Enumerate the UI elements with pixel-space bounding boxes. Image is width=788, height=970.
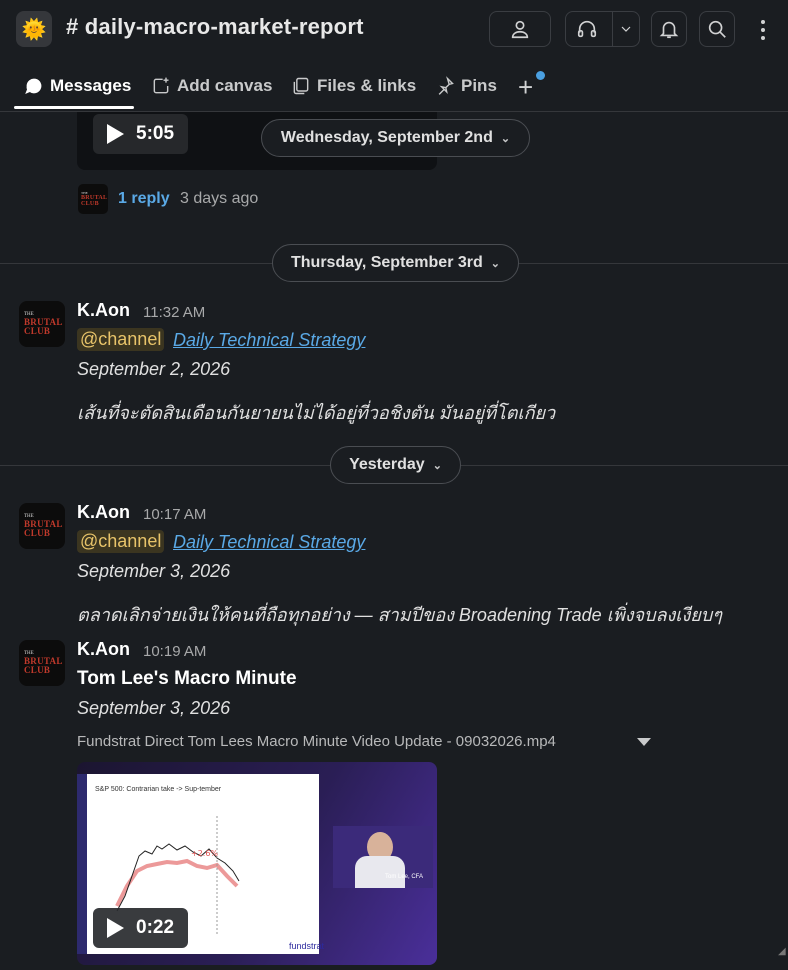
- message-date-line: September 3, 2026: [77, 698, 231, 718]
- message-author[interactable]: K.Aon: [77, 639, 130, 660]
- message-author[interactable]: K.Aon: [77, 300, 130, 321]
- video-duration: 0:22: [136, 917, 175, 938]
- tab-label: Files & links: [317, 76, 417, 95]
- date-divider-thursday[interactable]: Thursday, September 3rd ⌄: [272, 244, 519, 282]
- message-link[interactable]: Daily Technical Strategy: [173, 532, 365, 553]
- brand-label: fundstrat: [289, 941, 325, 951]
- chevron-down-icon[interactable]: [618, 21, 634, 37]
- canvas-plus-icon: [153, 77, 169, 94]
- notification-dot: [536, 71, 545, 80]
- avatar[interactable]: THE BRUTAL CLUB: [19, 503, 65, 549]
- date-label: Yesterday: [349, 456, 425, 473]
- tab-files-links[interactable]: Files & links: [291, 76, 416, 96]
- message-body: ตลาดเลิกจ่ายเงินให้คนที่ถือทุกอย่าง — สา…: [77, 605, 722, 625]
- files-icon: [293, 77, 309, 95]
- chevron-down-icon: ⌄: [500, 132, 511, 145]
- video-attachment[interactable]: S&P 500: Contrarian take -> Sup-tember +…: [77, 762, 437, 965]
- slide-title: S&P 500: Contrarian take -> Sup-tember: [95, 786, 222, 793]
- message-feed[interactable]: 5:05 Wednesday, September 2nd ⌄ THE BRUTA…: [0, 112, 788, 970]
- resize-grip-icon[interactable]: ◢: [778, 946, 786, 957]
- bell-icon: [659, 21, 679, 39]
- channel-mention[interactable]: @channel: [77, 530, 165, 553]
- tab-add-canvas[interactable]: Add canvas: [151, 76, 272, 96]
- chart-annotation: +2.6%: [191, 849, 218, 858]
- message-bubble-icon: [25, 78, 42, 95]
- date-divider-yesterday[interactable]: Yesterday ⌄: [330, 446, 461, 484]
- message-time[interactable]: 11:32 AM: [143, 304, 205, 321]
- presenter-name: Tom Lee, CFA: [385, 874, 424, 880]
- message-link[interactable]: Daily Technical Strategy: [173, 330, 365, 351]
- message-date-line: September 3, 2026: [77, 561, 231, 581]
- presenter-thumbnail: Tom Lee, CFA: [333, 826, 433, 888]
- date-label: Thursday, September 3rd: [291, 254, 483, 271]
- caret-down-icon[interactable]: [637, 738, 651, 746]
- notifications-button[interactable]: [651, 11, 687, 47]
- pin-icon: [438, 76, 454, 95]
- channel-title[interactable]: # daily-macro-market-report: [66, 14, 364, 40]
- search-icon: [708, 20, 726, 38]
- add-tab-icon[interactable]: +: [518, 74, 533, 100]
- channel-tabs: Messages Add canvas Files & links Pins +: [0, 60, 788, 112]
- huddle-button[interactable]: [565, 11, 640, 47]
- thread-reply-time: 3 days ago: [180, 190, 259, 207]
- message-time[interactable]: 10:17 AM: [143, 506, 206, 523]
- message-time[interactable]: 10:19 AM: [143, 643, 206, 660]
- channel-mention[interactable]: @channel: [77, 328, 165, 351]
- play-icon: [107, 124, 124, 144]
- workspace-icon[interactable]: 🌞: [16, 11, 52, 47]
- more-options-icon[interactable]: [756, 16, 770, 44]
- avatar[interactable]: THE BRUTAL CLUB: [78, 184, 108, 214]
- attachment-filename[interactable]: Fundstrat Direct Tom Lees Macro Minute V…: [77, 733, 556, 750]
- tab-label: Pins: [461, 76, 497, 95]
- sun-emoji-icon: 🌞: [21, 18, 47, 41]
- video-play-button[interactable]: 0:22: [93, 908, 189, 948]
- chevron-down-icon: ⌄: [490, 257, 500, 270]
- members-button[interactable]: [489, 11, 551, 47]
- message-body: เส้นที่จะตัดสินเดือนกันยายนไม่ได้อยู่ที่…: [77, 403, 556, 423]
- date-label: Wednesday, September 2nd: [280, 129, 493, 146]
- tab-label: Add canvas: [177, 76, 273, 95]
- message-title: Tom Lee's Macro Minute: [77, 668, 297, 689]
- headphones-icon: [577, 20, 597, 38]
- tab-label: Messages: [50, 76, 132, 95]
- message-date-line: September 2, 2026: [77, 359, 231, 379]
- video-duration: 5:05: [136, 123, 175, 144]
- message-author[interactable]: K.Aon: [77, 502, 130, 523]
- thread-reply-link[interactable]: 1 reply: [118, 190, 170, 208]
- tab-messages[interactable]: Messages: [24, 76, 131, 96]
- avatar[interactable]: THE BRUTAL CLUB: [19, 301, 65, 347]
- channel-header: 🌞 # daily-macro-market-report: [0, 0, 788, 58]
- avatar[interactable]: THE BRUTAL CLUB: [19, 640, 65, 686]
- person-icon: [511, 20, 529, 39]
- date-divider-wednesday[interactable]: Wednesday, September 2nd ⌄: [261, 119, 530, 157]
- chevron-down-icon: ⌄: [432, 459, 442, 472]
- play-icon: [107, 918, 124, 938]
- tab-pins[interactable]: Pins: [435, 76, 497, 96]
- video-play-button[interactable]: 5:05: [93, 114, 189, 154]
- search-button[interactable]: [699, 11, 735, 47]
- active-tab-indicator: [14, 106, 134, 109]
